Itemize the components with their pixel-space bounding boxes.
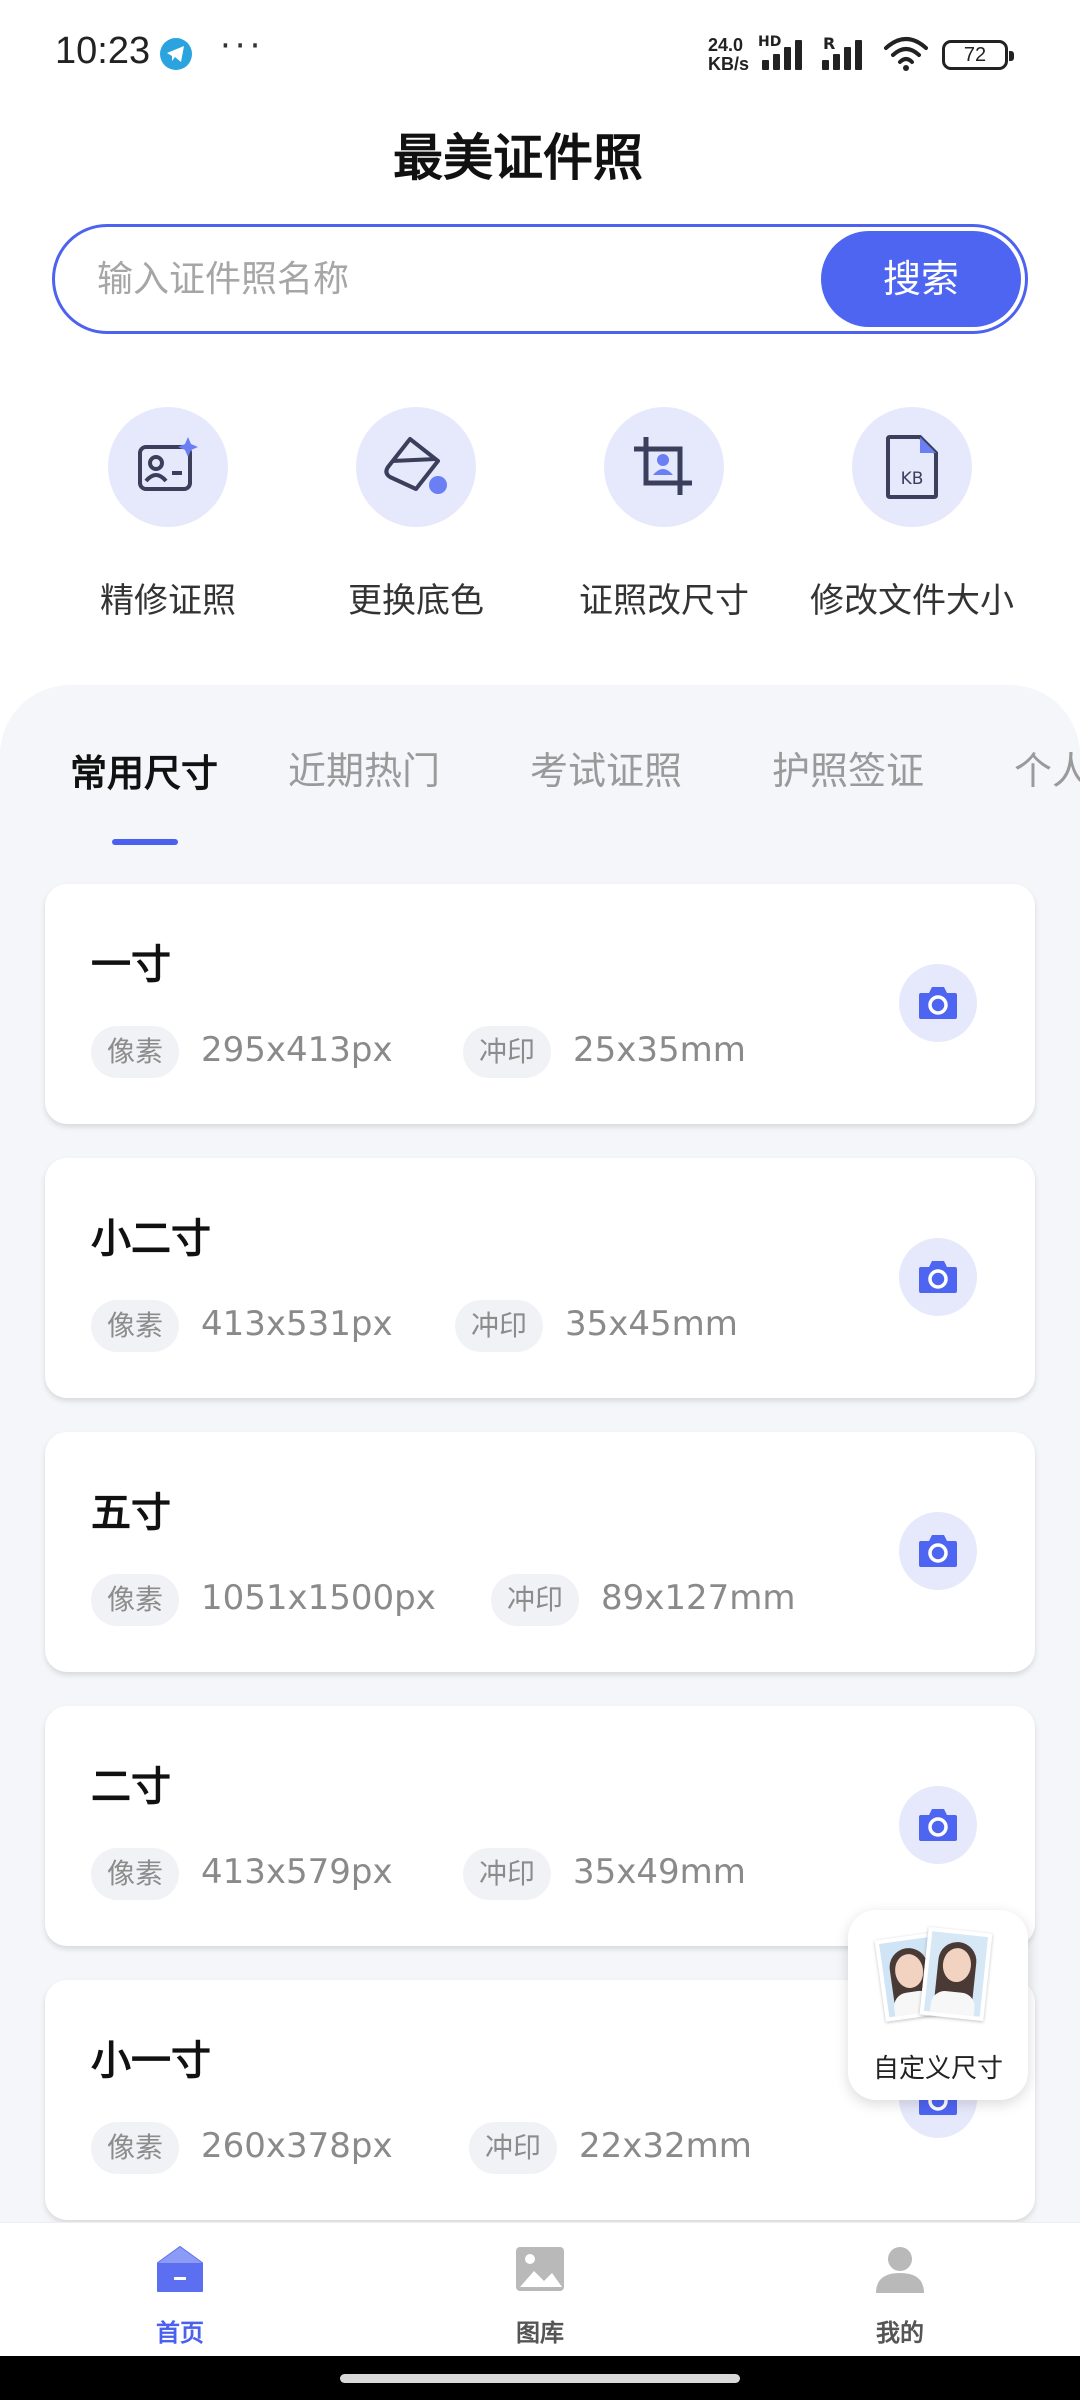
size-title: 二寸	[91, 1764, 171, 1810]
tab-common-sizes[interactable]: 常用尺寸	[70, 743, 218, 797]
custom-size-label: 自定义尺寸	[872, 2054, 1003, 2084]
network-speed: 24.0 KB/s	[708, 36, 749, 74]
tool-label: 精修证照	[100, 581, 236, 621]
size-title: 一寸	[91, 942, 171, 988]
print-value: 25x35mm	[573, 1030, 746, 1070]
tool-file-size[interactable]: KB 修改文件大小	[788, 405, 1036, 635]
quick-tools: 精修证照 更换底色 证照改尺寸 KB 修改文件大小	[0, 405, 1080, 635]
tool-label: 更换底色	[348, 581, 484, 621]
print-chip: 冲印	[491, 1574, 580, 1626]
more-notifications-icon: ···	[220, 26, 265, 66]
signal-strength-2-icon	[822, 38, 870, 70]
print-chip: 冲印	[463, 1848, 552, 1900]
crop-icon	[604, 407, 724, 527]
custom-size-button[interactable]: 自定义尺寸	[848, 1910, 1028, 2100]
print-chip: 冲印	[469, 2122, 558, 2174]
pixel-chip: 像素	[91, 1300, 180, 1352]
network-speed-unit: KB/s	[708, 54, 750, 74]
nav-home[interactable]: 首页	[80, 2235, 280, 2353]
portrait-sparkle-icon	[108, 407, 228, 527]
camera-icon	[919, 1809, 957, 1841]
pixel-chip: 像素	[91, 1574, 180, 1626]
kb-file-icon: KB	[852, 407, 972, 527]
telegram-icon	[160, 38, 192, 70]
pixel-chip: 像素	[91, 2122, 180, 2174]
profile-icon	[876, 2247, 924, 2293]
gallery-icon	[516, 2247, 564, 2291]
tool-change-background[interactable]: 更换底色	[292, 405, 540, 635]
tool-resize-photo[interactable]: 证照改尺寸	[540, 405, 788, 635]
tab-indicator	[112, 839, 178, 845]
nav-label: 首页	[156, 2319, 204, 2347]
svg-text:KB: KB	[901, 469, 924, 489]
camera-button[interactable]	[899, 964, 977, 1042]
camera-icon	[919, 1535, 957, 1567]
bottom-navigation: 首页 图库 我的	[0, 2222, 1080, 2356]
network-speed-value: 24.0	[708, 35, 744, 55]
home-icon	[157, 2246, 203, 2292]
print-chip: 冲印	[455, 1300, 544, 1352]
tab-passport-visa[interactable]: 护照签证	[772, 740, 924, 795]
size-card[interactable]: 五寸 像素 1051x1500px 冲印 89x127mm	[45, 1432, 1035, 1672]
signal-strength-icon	[762, 38, 810, 70]
nav-profile[interactable]: 我的	[800, 2235, 1000, 2353]
size-title: 小二寸	[91, 1216, 211, 1262]
nav-gallery[interactable]: 图库	[440, 2235, 640, 2353]
print-value: 35x49mm	[573, 1852, 746, 1892]
size-card[interactable]: 一寸 像素 295x413px 冲印 25x35mm	[45, 884, 1035, 1124]
gesture-area	[0, 2356, 1080, 2400]
pixel-value: 295x413px	[201, 1030, 393, 1070]
tool-label: 修改文件大小	[810, 581, 1014, 621]
print-chip: 冲印	[463, 1026, 552, 1078]
category-tabs: 常用尺寸 近期热门 考试证照 护照签证 个人	[0, 740, 1080, 820]
nav-label: 我的	[876, 2319, 924, 2347]
tab-personal[interactable]: 个人	[1014, 740, 1080, 795]
search-input[interactable]	[97, 253, 797, 305]
pixel-chip: 像素	[91, 1026, 180, 1078]
pixel-chip: 像素	[91, 1848, 180, 1900]
camera-icon	[919, 987, 957, 1019]
status-bar: 10:23 ··· 24.0 KB/s HD R 72	[0, 0, 1080, 110]
tool-label: 证照改尺寸	[579, 581, 749, 621]
camera-button[interactable]	[899, 1786, 977, 1864]
tab-exam-photos[interactable]: 考试证照	[530, 740, 682, 795]
pixel-value: 1051x1500px	[201, 1578, 436, 1618]
pixel-value: 413x579px	[201, 1852, 393, 1892]
battery-icon: 72	[942, 40, 1014, 70]
size-title: 小一寸	[91, 2038, 211, 2084]
status-time: 10:23	[55, 30, 151, 72]
camera-button[interactable]	[899, 1512, 977, 1590]
home-gesture-bar[interactable]	[340, 2374, 740, 2383]
camera-icon	[919, 1261, 957, 1293]
page-title: 最美证件照	[393, 129, 643, 187]
print-value: 89x127mm	[601, 1578, 796, 1618]
nav-label: 图库	[516, 2319, 564, 2347]
size-title: 五寸	[91, 1490, 171, 1536]
pixel-value: 260x378px	[201, 2126, 393, 2166]
print-value: 35x45mm	[565, 1304, 738, 1344]
search-button[interactable]: 搜索	[821, 231, 1021, 327]
size-card[interactable]: 小二寸 像素 413x531px 冲印 35x45mm	[45, 1158, 1035, 1398]
wifi-icon	[884, 37, 928, 71]
camera-button[interactable]	[899, 1238, 977, 1316]
paint-bucket-icon	[356, 407, 476, 527]
print-value: 22x32mm	[579, 2126, 752, 2166]
sample-photo-icon	[919, 1926, 993, 2022]
tool-retouch[interactable]: 精修证照	[44, 405, 292, 635]
tab-recent-popular[interactable]: 近期热门	[288, 740, 440, 795]
pixel-value: 413x531px	[201, 1304, 393, 1344]
search-bar: 搜索	[52, 224, 1028, 334]
